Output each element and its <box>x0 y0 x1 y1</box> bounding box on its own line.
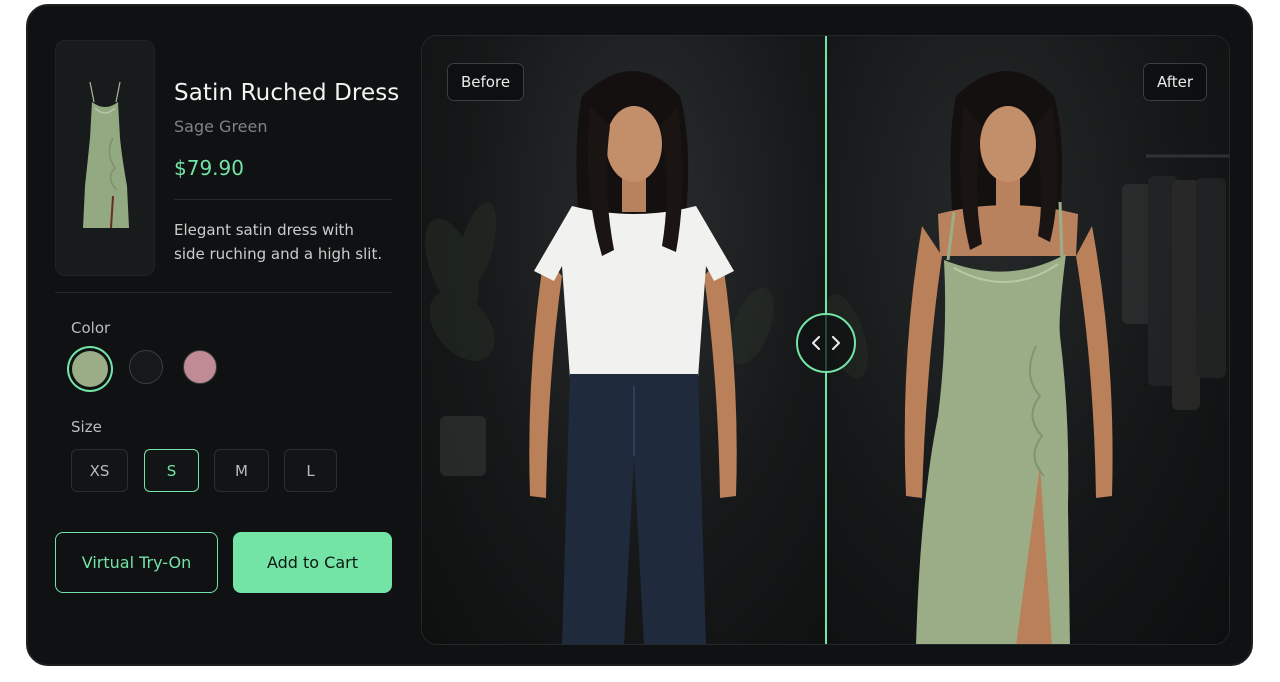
size-option-l[interactable]: L <box>284 449 337 492</box>
add-to-cart-button[interactable]: Add to Cart <box>233 532 392 593</box>
before-after-comparison[interactable]: Before After <box>421 35 1230 645</box>
dress-image <box>83 81 129 229</box>
comparison-slider-handle[interactable] <box>796 313 856 373</box>
size-label: Size <box>71 418 102 436</box>
size-option-xs[interactable]: XS <box>71 449 128 492</box>
product-thumbnail <box>55 40 155 276</box>
product-description: Elegant satin dress with side ruching an… <box>174 221 383 263</box>
color-swatch-sage[interactable] <box>72 351 108 387</box>
size-option-s[interactable]: S <box>144 449 199 492</box>
after-image <box>826 36 1229 644</box>
after-label: After <box>1142 63 1207 101</box>
try-on-app: Satin Ruched Dress Sage Green $79.90 Ele… <box>26 4 1253 666</box>
before-image <box>422 36 826 644</box>
chevron-right-icon <box>831 336 841 350</box>
chevron-left-icon <box>811 336 821 350</box>
divider <box>55 292 392 293</box>
product-price: $79.90 <box>174 156 244 180</box>
color-label: Color <box>71 319 111 337</box>
color-swatch-black[interactable] <box>129 350 163 384</box>
size-option-m[interactable]: M <box>214 449 269 492</box>
before-label: Before <box>447 63 525 101</box>
product-name: Satin Ruched Dress <box>174 80 400 106</box>
virtual-try-on-button[interactable]: Virtual Try-On <box>55 532 218 593</box>
color-swatch-rose[interactable] <box>183 350 217 384</box>
divider <box>174 199 392 200</box>
product-variant: Sage Green <box>174 117 268 136</box>
